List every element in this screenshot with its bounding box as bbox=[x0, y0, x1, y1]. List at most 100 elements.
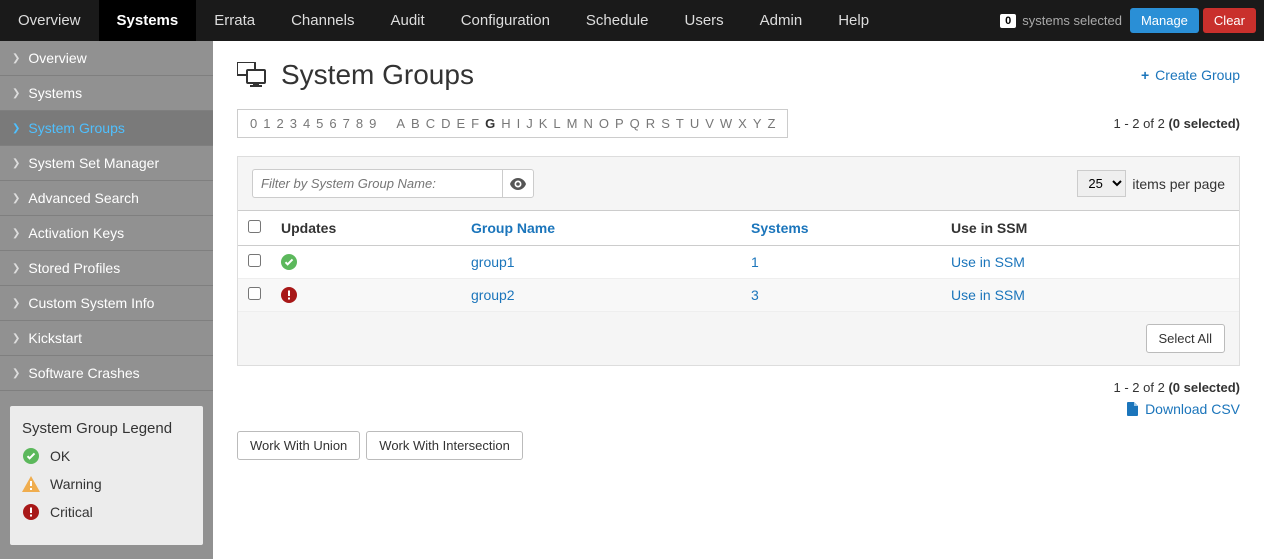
alpha-W[interactable]: W bbox=[718, 116, 734, 131]
sidebar-item-custom-system-info[interactable]: ❯Custom System Info bbox=[0, 286, 213, 321]
alpha-Z[interactable]: Z bbox=[766, 116, 778, 131]
nav-help[interactable]: Help bbox=[820, 0, 887, 41]
alpha-2[interactable]: 2 bbox=[274, 116, 285, 131]
sidebar-item-systems[interactable]: ❯Systems bbox=[0, 76, 213, 111]
manage-button[interactable]: Manage bbox=[1130, 8, 1199, 33]
sidebar: ❯Overview❯Systems❯System Groups❯System S… bbox=[0, 41, 213, 559]
alpha-C[interactable]: C bbox=[424, 116, 437, 131]
sidebar-item-system-groups[interactable]: ❯System Groups bbox=[0, 111, 213, 146]
main-content: System Groups + Create Group 0123456789A… bbox=[213, 41, 1264, 559]
alpha-I[interactable]: I bbox=[515, 116, 523, 131]
alpha-K[interactable]: K bbox=[537, 116, 550, 131]
alpha-B[interactable]: B bbox=[409, 116, 422, 131]
select-all-button[interactable]: Select All bbox=[1146, 324, 1225, 353]
plus-icon: + bbox=[1141, 67, 1149, 83]
systems-icon bbox=[237, 62, 267, 88]
nav-systems[interactable]: Systems bbox=[99, 0, 197, 41]
topnav: OverviewSystemsErrataChannelsAuditConfig… bbox=[0, 0, 1264, 41]
legend-ok-label: OK bbox=[50, 448, 70, 464]
alpha-R[interactable]: R bbox=[644, 116, 657, 131]
sidebar-item-kickstart[interactable]: ❯Kickstart bbox=[0, 321, 213, 356]
alpha-4[interactable]: 4 bbox=[301, 116, 312, 131]
alpha-J[interactable]: J bbox=[524, 116, 535, 131]
chevron-right-icon: ❯ bbox=[12, 158, 20, 169]
alpha-filter: 0123456789 ABCDEFGHIJKLMNOPQRSTUVWXYZ bbox=[237, 109, 788, 138]
page-title: System Groups bbox=[281, 59, 474, 91]
systems-selected-count: 0 bbox=[1000, 14, 1016, 28]
alpha-L[interactable]: L bbox=[551, 116, 562, 131]
alpha-Y[interactable]: Y bbox=[751, 116, 764, 131]
nav-audit[interactable]: Audit bbox=[372, 0, 442, 41]
row-checkbox[interactable] bbox=[248, 254, 261, 267]
sidebar-item-stored-profiles[interactable]: ❯Stored Profiles bbox=[0, 251, 213, 286]
table-panel: 25 items per page Updates Group Name Sys… bbox=[237, 156, 1240, 366]
legend-warning-label: Warning bbox=[50, 476, 102, 492]
group-name-link[interactable]: group2 bbox=[471, 287, 515, 303]
alpha-V[interactable]: V bbox=[703, 116, 716, 131]
legend-panel: System Group Legend OK Warning Critical bbox=[10, 406, 203, 545]
alpha-0[interactable]: 0 bbox=[248, 116, 259, 131]
work-with-intersection-button[interactable]: Work With Intersection bbox=[366, 431, 523, 460]
sidebar-item-system-set-manager[interactable]: ❯System Set Manager bbox=[0, 146, 213, 181]
sidebar-item-overview[interactable]: ❯Overview bbox=[0, 41, 213, 76]
alpha-P[interactable]: P bbox=[613, 116, 626, 131]
alpha-7[interactable]: 7 bbox=[341, 116, 352, 131]
col-ssm: Use in SSM bbox=[941, 211, 1239, 246]
chevron-right-icon: ❯ bbox=[12, 368, 20, 379]
col-group-name[interactable]: Group Name bbox=[461, 211, 741, 246]
nav-overview[interactable]: Overview bbox=[0, 0, 99, 41]
alpha-6[interactable]: 6 bbox=[327, 116, 338, 131]
download-csv-link[interactable]: Download CSV bbox=[1127, 401, 1240, 417]
alpha-8[interactable]: 8 bbox=[354, 116, 365, 131]
alpha-5[interactable]: 5 bbox=[314, 116, 325, 131]
nav-configuration[interactable]: Configuration bbox=[443, 0, 568, 41]
table-row: group2 3 Use in SSM bbox=[238, 279, 1239, 312]
ok-icon bbox=[22, 447, 40, 465]
chevron-right-icon: ❯ bbox=[12, 263, 20, 274]
nav-users[interactable]: Users bbox=[666, 0, 741, 41]
alpha-N[interactable]: N bbox=[581, 116, 594, 131]
filter-input[interactable] bbox=[252, 169, 502, 198]
nav-schedule[interactable]: Schedule bbox=[568, 0, 667, 41]
alpha-9[interactable]: 9 bbox=[367, 116, 378, 131]
clear-button[interactable]: Clear bbox=[1203, 8, 1256, 33]
filter-submit-button[interactable] bbox=[502, 169, 534, 198]
alpha-S[interactable]: S bbox=[659, 116, 672, 131]
use-in-ssm-link[interactable]: Use in SSM bbox=[951, 287, 1025, 303]
alpha-3[interactable]: 3 bbox=[288, 116, 299, 131]
systems-count-link[interactable]: 3 bbox=[751, 287, 759, 303]
result-range-top: 1 - 2 of 2 (0 selected) bbox=[1114, 116, 1240, 131]
select-all-checkbox[interactable] bbox=[248, 220, 261, 233]
alpha-G[interactable]: G bbox=[483, 116, 497, 131]
sidebar-item-software-crashes[interactable]: ❯Software Crashes bbox=[0, 356, 213, 391]
alpha-M[interactable]: M bbox=[565, 116, 580, 131]
status-ok-icon bbox=[281, 254, 451, 270]
status-critical-icon bbox=[281, 287, 451, 303]
chevron-right-icon: ❯ bbox=[12, 123, 20, 134]
alpha-X[interactable]: X bbox=[736, 116, 749, 131]
alpha-T[interactable]: T bbox=[674, 116, 686, 131]
alpha-H[interactable]: H bbox=[499, 116, 512, 131]
sidebar-item-activation-keys[interactable]: ❯Activation Keys bbox=[0, 216, 213, 251]
work-with-union-button[interactable]: Work With Union bbox=[237, 431, 360, 460]
sidebar-item-advanced-search[interactable]: ❯Advanced Search bbox=[0, 181, 213, 216]
alpha-U[interactable]: U bbox=[688, 116, 701, 131]
alpha-1[interactable]: 1 bbox=[261, 116, 272, 131]
use-in-ssm-link[interactable]: Use in SSM bbox=[951, 254, 1025, 270]
create-group-link[interactable]: + Create Group bbox=[1141, 67, 1240, 83]
items-per-page-select[interactable]: 25 bbox=[1077, 170, 1126, 197]
alpha-O[interactable]: O bbox=[597, 116, 611, 131]
alpha-D[interactable]: D bbox=[439, 116, 452, 131]
file-icon bbox=[1127, 402, 1139, 416]
group-name-link[interactable]: group1 bbox=[471, 254, 515, 270]
alpha-A[interactable]: A bbox=[394, 116, 407, 131]
alpha-F[interactable]: F bbox=[469, 116, 481, 131]
nav-admin[interactable]: Admin bbox=[742, 0, 821, 41]
row-checkbox[interactable] bbox=[248, 287, 261, 300]
col-systems[interactable]: Systems bbox=[741, 211, 941, 246]
systems-count-link[interactable]: 1 bbox=[751, 254, 759, 270]
alpha-Q[interactable]: Q bbox=[628, 116, 642, 131]
nav-errata[interactable]: Errata bbox=[196, 0, 273, 41]
alpha-E[interactable]: E bbox=[454, 116, 467, 131]
nav-channels[interactable]: Channels bbox=[273, 0, 372, 41]
